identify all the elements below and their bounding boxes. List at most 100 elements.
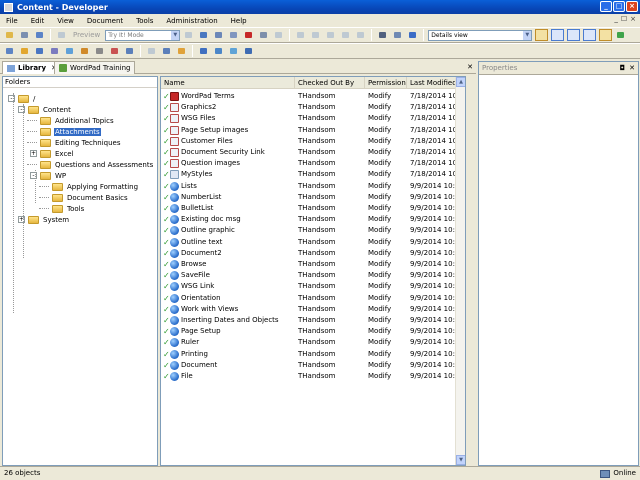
table-row[interactable]: ✓ Graphics2 THandsom Modify 7/18/2014 10:29:	[161, 102, 465, 113]
pane-close-icon[interactable]: ✕	[467, 63, 473, 71]
layout-toggle-button[interactable]	[599, 29, 613, 41]
column-checked-out-by[interactable]: Checked Out By	[295, 77, 365, 89]
table-row[interactable]: ✓ Document THandsom Modify 9/9/2014 10:58:5	[161, 360, 465, 371]
outdent-icon[interactable]	[339, 29, 352, 41]
indent-icon[interactable]	[324, 29, 337, 41]
folder-node[interactable]: Tools	[52, 203, 85, 214]
table-row[interactable]: ✓ Customer Files THandsom Modify 7/18/2014 1…	[161, 136, 465, 147]
mdi-restore-button[interactable]: ☐	[621, 15, 627, 23]
list-view-button[interactable]	[551, 29, 565, 41]
folder-node[interactable]: System	[28, 214, 70, 225]
table-row[interactable]: ✓ Document2 THandsom Modify 9/9/2014 10:58:5	[161, 248, 465, 259]
table-row[interactable]: ✓ Question images THandsom Modify 7/18/2014 …	[161, 158, 465, 169]
table-row[interactable]: ✓ NumberList THandsom Modify 9/9/2014 10:58:…	[161, 192, 465, 203]
minimize-button[interactable]: _	[600, 1, 612, 12]
tab-wordpad-training[interactable]: WordPad Training	[54, 61, 136, 74]
preview-icon[interactable]	[55, 29, 68, 41]
table-row[interactable]: ✓ WSG Files THandsom Modify 7/18/2014 10:29:	[161, 113, 465, 124]
column-permission[interactable]: Permission	[365, 77, 407, 89]
refresh-icon[interactable]	[614, 29, 627, 41]
table-row[interactable]: ✓ WordPad Terms THandsom Modify 7/18/2014 10…	[161, 91, 465, 102]
table-row[interactable]: ✓ MyStyles THandsom Modify 7/18/2014 10:29:	[161, 169, 465, 180]
menu-document[interactable]: Document	[87, 17, 123, 25]
table-row[interactable]: ✓ Document Security Link THandsom Modify 7/1…	[161, 147, 465, 158]
import-icon[interactable]	[212, 45, 225, 57]
table-row[interactable]: ✓ Outline text THandsom Modify 9/9/2014 10:5…	[161, 237, 465, 248]
table-row[interactable]: ✓ Page Setup THandsom Modify 9/9/2014 10:58:…	[161, 326, 465, 337]
folder-node[interactable]: Content	[28, 104, 72, 115]
add-glossary-icon[interactable]	[108, 45, 121, 57]
add-web-page-icon[interactable]	[63, 45, 76, 57]
add-link-icon[interactable]	[93, 45, 106, 57]
menu-edit[interactable]: Edit	[31, 17, 45, 25]
table-row[interactable]: ✓ SaveFile THandsom Modify 9/9/2014 10:58:5	[161, 270, 465, 281]
column-last-modified[interactable]: Last Modified Date	[407, 77, 457, 89]
move-up-icon[interactable]	[197, 45, 210, 57]
mdi-minimize-button[interactable]: _	[614, 15, 618, 23]
upload-icon[interactable]	[242, 45, 255, 57]
copy-icon[interactable]	[212, 29, 225, 41]
view-select[interactable]: Details view ▼	[428, 29, 533, 41]
table-row[interactable]: ✓ Inserting Dates and Objects THandsom Modi…	[161, 315, 465, 326]
table-row[interactable]: ✓ Outline graphic THandsom Modify 9/9/2014 1…	[161, 225, 465, 236]
details-view-button[interactable]	[535, 29, 549, 41]
table-row[interactable]: ✓ Browse THandsom Modify 9/9/2014 10:58:5	[161, 259, 465, 270]
find-icon[interactable]	[376, 29, 389, 41]
table-row[interactable]: ✓ BulletList THandsom Modify 9/9/2014 10:58:…	[161, 203, 465, 214]
paste-icon[interactable]	[227, 29, 240, 41]
table-row[interactable]: ✓ Work with Views THandsom Modify 9/9/2014 1…	[161, 304, 465, 315]
maximize-button[interactable]: □	[613, 1, 625, 12]
open-icon[interactable]	[33, 29, 46, 41]
publish-icon[interactable]	[182, 29, 195, 41]
tab-library[interactable]: Library ✕	[2, 61, 62, 74]
folder-node[interactable]: Document Basics	[52, 192, 129, 203]
folder-node[interactable]: /	[18, 93, 36, 104]
add-package-icon[interactable]	[78, 45, 91, 57]
pin-icon[interactable]: ◘	[620, 62, 626, 75]
scroll-down-icon[interactable]: ▼	[456, 455, 465, 465]
menu-tools[interactable]: Tools	[136, 17, 153, 25]
new-folder-icon[interactable]	[3, 29, 16, 41]
column-name[interactable]: Name	[161, 77, 295, 89]
preview-button[interactable]: Preview	[70, 31, 103, 39]
table-row[interactable]: ✓ WSG Link THandsom Modify 9/9/2014 10:58:5	[161, 281, 465, 292]
export-icon[interactable]	[227, 45, 240, 57]
help-icon[interactable]	[406, 29, 419, 41]
folder-node[interactable]: Questions and Assessments	[40, 159, 154, 170]
redo-icon[interactable]	[309, 29, 322, 41]
add-role-icon[interactable]	[123, 45, 136, 57]
close-icon[interactable]: ✕	[629, 62, 635, 75]
folder-node[interactable]: Applying Formatting	[52, 181, 139, 192]
table-row[interactable]: ✓ Orientation THandsom Modify 9/9/2014 10:58…	[161, 293, 465, 304]
table-row[interactable]: ✓ Ruler THandsom Modify 9/9/2014 10:58:5	[161, 337, 465, 348]
add-document-icon[interactable]	[3, 45, 16, 57]
check-in-icon[interactable]	[145, 45, 158, 57]
check-out-icon[interactable]	[160, 45, 173, 57]
add-section-icon[interactable]	[18, 45, 31, 57]
properties-icon[interactable]	[272, 29, 285, 41]
move-icon[interactable]	[354, 29, 367, 41]
menu-file[interactable]: File	[6, 17, 18, 25]
expand-icon[interactable]: +	[30, 150, 37, 157]
table-row[interactable]: ✓ Existing doc msg THandsom Modify 9/9/2014 …	[161, 214, 465, 225]
outline-view-button[interactable]	[583, 29, 597, 41]
table-row[interactable]: ✓ Lists THandsom Modify 9/9/2014 10:58:5	[161, 181, 465, 192]
delete-icon[interactable]	[242, 29, 255, 41]
table-row[interactable]: ✓ File THandsom Modify 9/9/2014 10:58:5	[161, 371, 465, 382]
add-topic-icon[interactable]	[33, 45, 46, 57]
rename-icon[interactable]	[257, 29, 270, 41]
scroll-up-icon[interactable]: ▲	[456, 77, 465, 87]
menu-administration[interactable]: Administration	[166, 17, 217, 25]
cut-icon[interactable]	[197, 29, 210, 41]
folder-node[interactable]: Excel	[40, 148, 75, 159]
folder-node[interactable]: WP	[40, 170, 67, 181]
table-row[interactable]: ✓ Printing THandsom Modify 9/9/2014 10:58:5	[161, 349, 465, 360]
undo-icon[interactable]	[294, 29, 307, 41]
folder-node[interactable]: Editing Techniques	[40, 137, 122, 148]
mdi-close-button[interactable]: ×	[630, 15, 636, 23]
edit-icon[interactable]	[175, 45, 188, 57]
split-view-button[interactable]	[567, 29, 581, 41]
folder-node[interactable]: Attachments	[40, 126, 101, 137]
folder-node[interactable]: Additional Topics	[40, 115, 115, 126]
close-button[interactable]: ×	[626, 1, 638, 12]
